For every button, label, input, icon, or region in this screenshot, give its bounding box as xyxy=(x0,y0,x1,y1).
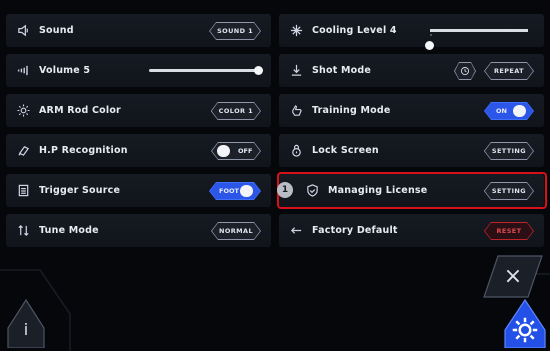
shield-check-icon xyxy=(305,184,319,198)
arm-rod-color-button[interactable]: COLOR 1 xyxy=(211,102,261,120)
hand-icon xyxy=(289,104,303,118)
tune-mode-row: Tune Mode NORMAL xyxy=(6,214,271,247)
trigger-source-row: Trigger Source FOOT xyxy=(6,174,271,207)
step-marker: 1 xyxy=(277,182,293,198)
cooling-slider-thumb[interactable] xyxy=(425,41,434,50)
factory-default-label: Factory Default xyxy=(312,225,398,236)
shot-timer-button[interactable] xyxy=(454,62,476,80)
document-icon xyxy=(16,184,30,198)
hp-recognition-toggle[interactable]: OFF xyxy=(211,142,261,160)
lock-screen-row: Lock Screen SETTING xyxy=(279,134,544,167)
volume-slider-thumb[interactable] xyxy=(254,66,263,75)
factory-reset-button[interactable]: RESET xyxy=(484,222,534,240)
volume-slider[interactable] xyxy=(149,66,263,75)
cooling-level-row: Cooling Level 4 xyxy=(279,14,544,50)
trigger-source-toggle[interactable]: FOOT xyxy=(209,182,261,200)
info-icon: i xyxy=(23,319,29,339)
lock-screen-button[interactable]: SETTING xyxy=(484,142,534,160)
sound-button[interactable]: SOUND 1 xyxy=(209,22,261,40)
clock-icon xyxy=(460,66,470,76)
speaker-icon xyxy=(16,24,30,38)
volume-label: Volume 5 xyxy=(39,65,91,76)
shot-mode-button[interactable]: REPEAT xyxy=(484,62,534,80)
tune-mode-label: Tune Mode xyxy=(39,225,99,236)
hp-recognition-label: H.P Recognition xyxy=(39,145,128,156)
bottom-frame xyxy=(0,269,550,351)
tune-mode-button[interactable]: NORMAL xyxy=(211,222,261,240)
training-mode-toggle[interactable]: ON xyxy=(484,102,534,120)
volume-bars-icon xyxy=(16,64,30,78)
training-mode-row: Training Mode ON xyxy=(279,94,544,127)
hp-recognition-row: H.P Recognition OFF xyxy=(6,134,271,167)
managing-license-button[interactable]: SETTING xyxy=(484,182,534,200)
gear-icon xyxy=(503,316,547,344)
hp-icon xyxy=(16,144,30,158)
shot-mode-label: Shot Mode xyxy=(312,65,372,76)
volume-row: Volume 5 xyxy=(6,54,271,87)
sound-row: Sound SOUND 1 xyxy=(6,14,271,47)
sun-icon xyxy=(16,104,30,118)
arm-rod-color-label: ARM Rod Color xyxy=(39,105,121,116)
lock-screen-label: Lock Screen xyxy=(312,145,379,156)
cooling-level-label: Cooling Level 4 xyxy=(312,25,397,36)
sort-arrows-icon xyxy=(16,224,30,238)
bottom-bar: i × xyxy=(0,254,550,351)
info-button[interactable]: i xyxy=(6,298,46,349)
settings-grid: Sound SOUND 1 Cooling Level 4 Volume 5 S… xyxy=(6,14,547,247)
managing-license-row: 1 Managing License SETTING xyxy=(277,172,547,209)
cooling-level-slider[interactable] xyxy=(425,29,528,50)
sound-label: Sound xyxy=(39,25,74,36)
shot-mode-row: Shot Mode REPEAT xyxy=(279,54,544,87)
download-icon xyxy=(289,64,303,78)
return-arrow-icon xyxy=(289,224,303,238)
arm-rod-color-row: ARM Rod Color COLOR 1 xyxy=(6,94,271,127)
lock-icon xyxy=(289,144,303,158)
close-icon: × xyxy=(503,264,523,289)
factory-default-row: Factory Default RESET xyxy=(279,214,544,247)
managing-license-label: Managing License xyxy=(328,185,428,196)
training-mode-label: Training Mode xyxy=(312,105,391,116)
settings-button[interactable] xyxy=(503,298,547,349)
close-button[interactable]: × xyxy=(482,254,544,299)
snowflake-icon xyxy=(289,24,303,38)
trigger-source-label: Trigger Source xyxy=(39,185,121,196)
